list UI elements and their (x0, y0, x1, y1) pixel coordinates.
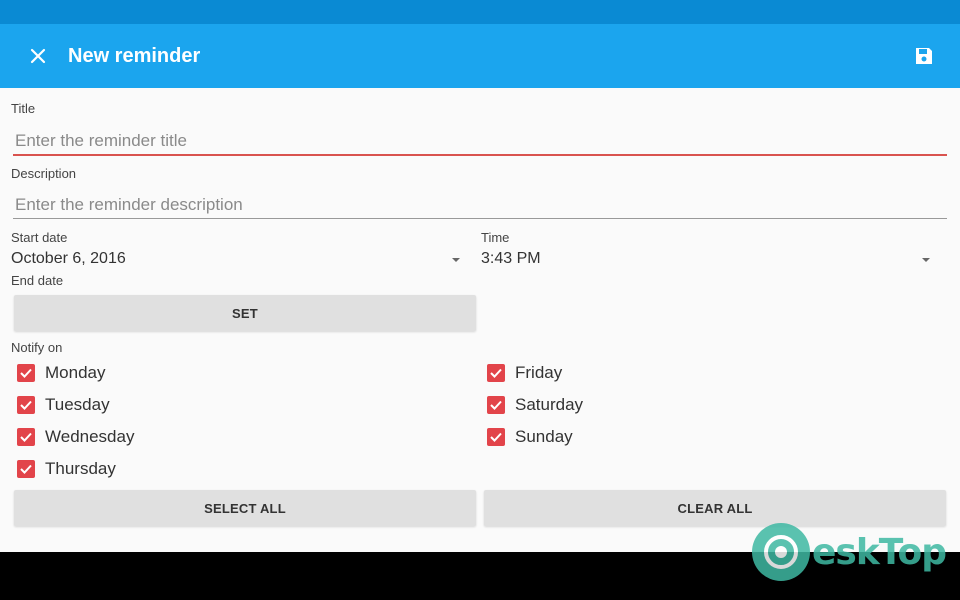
day-monday[interactable]: Monday (17, 363, 105, 383)
day-wednesday[interactable]: Wednesday (17, 427, 134, 447)
time-label: Time (481, 230, 510, 245)
select-all-button[interactable]: SELECT ALL (14, 490, 476, 526)
day-tuesday[interactable]: Tuesday (17, 395, 110, 415)
close-icon (30, 48, 46, 64)
reminder-form: Title Description Start date October 6, … (0, 88, 960, 552)
checkbox-checked-icon[interactable] (487, 428, 505, 446)
start-date-label: Start date (11, 230, 68, 245)
title-label: Title (11, 101, 36, 116)
checkbox-checked-icon[interactable] (17, 428, 35, 446)
watermark-logo: eskTop (752, 522, 947, 582)
checkbox-checked-icon[interactable] (487, 364, 505, 382)
watermark-text: eskTop (812, 531, 947, 573)
day-label: Tuesday (45, 395, 110, 414)
description-underline (13, 218, 947, 219)
notify-label: Notify on (11, 340, 63, 355)
day-label: Friday (515, 363, 563, 382)
status-bar (0, 0, 960, 24)
clear-all-button[interactable]: CLEAR ALL (484, 490, 946, 526)
day-label: Thursday (45, 459, 116, 478)
checkbox-checked-icon[interactable] (17, 396, 35, 414)
save-icon (916, 48, 932, 64)
checkbox-checked-icon[interactable] (17, 460, 35, 478)
save-button[interactable] (910, 42, 938, 70)
checkbox-checked-icon[interactable] (487, 396, 505, 414)
description-label: Description (11, 166, 77, 181)
time-dropdown-icon[interactable] (922, 258, 930, 262)
day-label: Saturday (515, 395, 584, 414)
day-friday[interactable]: Friday (487, 363, 562, 383)
day-label: Wednesday (45, 427, 135, 446)
day-saturday[interactable]: Saturday (487, 395, 583, 415)
title-underline (13, 154, 947, 156)
close-button[interactable] (22, 40, 54, 72)
start-date-value[interactable]: October 6, 2016 (11, 250, 126, 268)
end-date-label: End date (11, 273, 64, 288)
day-sunday[interactable]: Sunday (487, 427, 573, 447)
time-value[interactable]: 3:43 PM (481, 250, 541, 268)
day-thursday[interactable]: Thursday (17, 459, 116, 479)
start-date-dropdown-icon[interactable] (452, 258, 460, 262)
app-bar: New reminder (0, 24, 960, 88)
checkbox-checked-icon[interactable] (17, 364, 35, 382)
title-input[interactable] (11, 128, 946, 154)
day-label: Monday (45, 363, 106, 382)
set-end-date-button[interactable]: SET (14, 295, 476, 331)
day-label: Sunday (515, 427, 573, 446)
description-input[interactable] (11, 192, 946, 218)
watermark-icon (752, 523, 810, 581)
page-title: New reminder (68, 45, 201, 67)
